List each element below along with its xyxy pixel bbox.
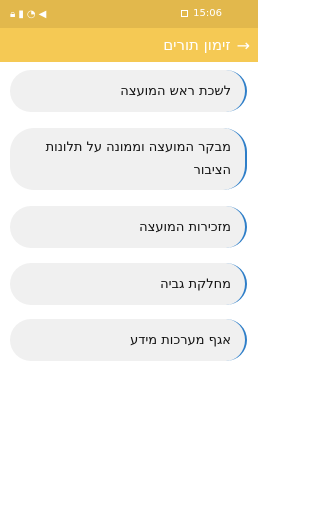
status-right: 15:06 bbox=[181, 8, 222, 19]
list-item-secretariat[interactable]: מזכירות המועצה bbox=[10, 206, 247, 248]
status-left-icons: 🔒︎ ▮ ◔ ◀ bbox=[10, 9, 46, 20]
back-arrow-icon[interactable]: → bbox=[237, 36, 250, 55]
list-item-comptroller[interactable]: מבקר המועצה וממונה על תלונות הציבור bbox=[10, 128, 247, 190]
status-time: 15:06 bbox=[193, 8, 222, 19]
app-title: זימון תורים bbox=[163, 36, 231, 54]
app-bar: זימון תורים → bbox=[0, 28, 258, 62]
list-item-label: אגף מערכות מידע bbox=[130, 332, 231, 348]
list-item-label: מחלקת גביה bbox=[160, 276, 231, 292]
mute-icon: ◀ bbox=[38, 9, 47, 20]
list-item-it-department[interactable]: אגף מערכות מידע bbox=[10, 319, 247, 361]
lock-icon: 🔒︎ bbox=[10, 9, 16, 20]
status-bar: 🔒︎ ▮ ◔ ◀ 15:06 bbox=[0, 0, 258, 28]
signal-icon: ▮ bbox=[18, 9, 24, 20]
image-icon bbox=[181, 10, 189, 17]
wifi-icon: ◔ bbox=[26, 9, 36, 20]
list-item-collection[interactable]: מחלקת גביה bbox=[10, 263, 247, 305]
list-item-label: לשכת ראש המועצה bbox=[120, 83, 231, 99]
list-item-mayor-office[interactable]: לשכת ראש המועצה bbox=[10, 70, 247, 112]
list-item-label: מזכירות המועצה bbox=[139, 219, 231, 235]
list-item-label: מבקר המועצה וממונה על תלונות הציבור bbox=[45, 140, 231, 178]
